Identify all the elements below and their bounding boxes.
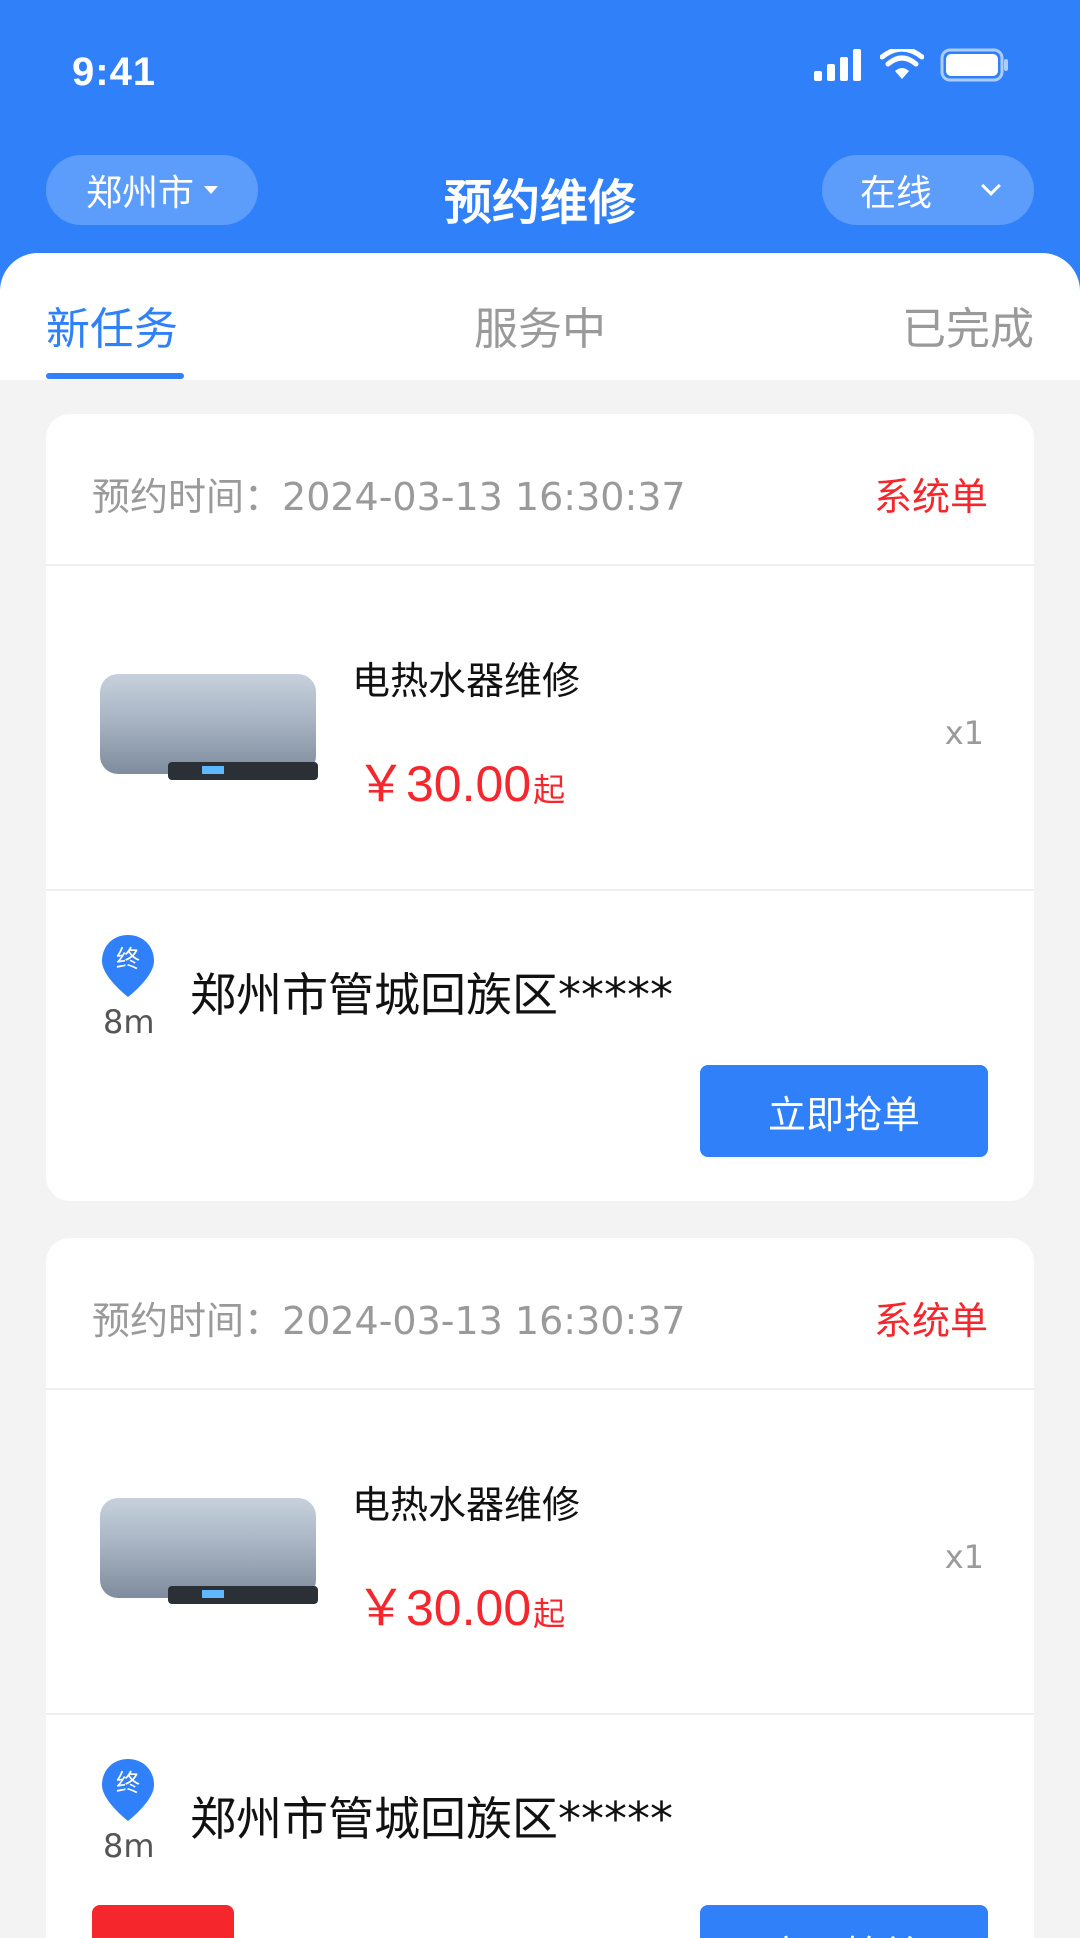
order-product[interactable]: 电热水器维修 ￥30.00 起 x1 [46, 1390, 1034, 1715]
tab-new-tasks[interactable]: 新任务 [46, 293, 178, 357]
appointment-value: 2024-03-13 16:30:37 [282, 1299, 686, 1343]
price-suffix: 起 [533, 1595, 566, 1633]
order-location: 终 8m 郑州市管城回族区***** 立即抢单 [46, 891, 1034, 1201]
order-card-header: 预约时间：2024-03-13 16:30:37 系统单 [46, 1238, 1034, 1390]
location-pin-icon: 终 [100, 933, 156, 999]
pin-label: 终 [116, 945, 140, 973]
product-name: 电热水器维修 [352, 1483, 581, 1527]
price: ￥30.00 起 [356, 744, 565, 816]
online-status-label: 在线 [860, 173, 933, 214]
status-time: 9:41 [72, 50, 157, 94]
battery-icon [940, 48, 1008, 82]
tab-in-service[interactable]: 服务中 [474, 293, 606, 357]
tab-completed[interactable]: 已完成 [902, 293, 1034, 357]
wifi-icon [880, 49, 924, 79]
water-heater-image [100, 674, 318, 780]
product-name: 电热水器维修 [352, 659, 581, 703]
order-card: 预约时间：2024-03-13 16:30:37 系统单 电热水器维修 ￥30.… [46, 414, 1034, 1201]
appointment-label: 预约时间： [92, 475, 283, 519]
appointment-label: 预约时间： [92, 1299, 283, 1343]
order-card: 预约时间：2024-03-13 16:30:37 系统单 电热水器维修 ￥30.… [46, 1238, 1034, 1938]
grab-order-button[interactable]: 立即抢单 [700, 1065, 988, 1157]
price-amount: ￥30.00 [356, 1580, 532, 1636]
chevron-down-icon [981, 176, 1001, 196]
appointment-time: 预约时间：2024-03-13 16:30:37 [92, 466, 686, 521]
order-type-badge: 系统单 [873, 1299, 988, 1343]
water-heater-image [100, 1498, 318, 1604]
location-pin-icon: 终 [100, 1757, 156, 1823]
status-bar: 9:41 [0, 0, 1080, 140]
pin-label: 终 [116, 1769, 140, 1797]
header: 9:41 郑州市 预约维修 在线 [0, 0, 1080, 290]
online-status-dropdown[interactable]: 在线 [822, 155, 1034, 225]
order-tag [92, 1905, 234, 1938]
distance: 8m [103, 1003, 155, 1041]
tab-bar: 新任务 服务中 已完成 [0, 253, 1080, 380]
nav-bar: 郑州市 预约维修 在线 [0, 155, 1080, 231]
signal-icon [814, 49, 861, 81]
status-icons [814, 48, 1010, 82]
address: 郑州市管城回族区***** [190, 968, 673, 1022]
distance: 8m [103, 1827, 155, 1865]
quantity: x1 [944, 714, 984, 752]
order-card-header: 预约时间：2024-03-13 16:30:37 系统单 [46, 414, 1034, 566]
order-type-badge: 系统单 [873, 475, 988, 519]
quantity: x1 [944, 1538, 984, 1576]
address: 郑州市管城回族区***** [190, 1792, 673, 1846]
price: ￥30.00 起 [356, 1568, 565, 1640]
active-tab-indicator [46, 373, 184, 379]
price-amount: ￥30.00 [356, 756, 532, 812]
appointment-time: 预约时间：2024-03-13 16:30:37 [92, 1290, 686, 1345]
appointment-value: 2024-03-13 16:30:37 [282, 475, 686, 519]
price-suffix: 起 [533, 771, 566, 809]
grab-order-button[interactable]: 立即抢单 [700, 1905, 988, 1938]
order-location: 终 8m 郑州市管城回族区***** 立即抢单 [46, 1715, 1034, 1938]
order-product[interactable]: 电热水器维修 ￥30.00 起 x1 [46, 566, 1034, 891]
